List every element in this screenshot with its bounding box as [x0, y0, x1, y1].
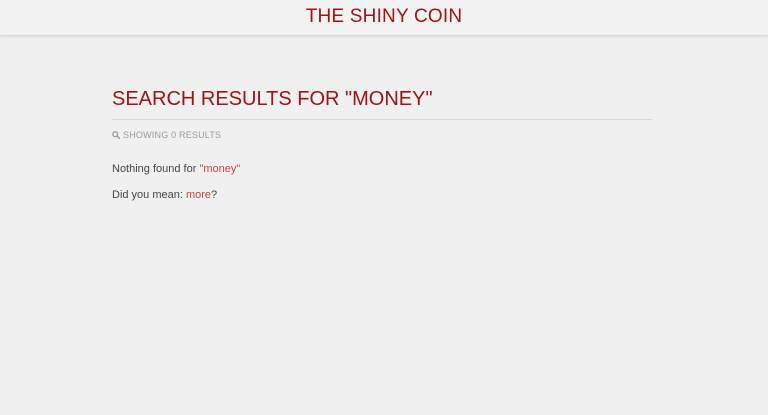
- results-count-label: SHOWING 0 RESULTS: [123, 130, 222, 140]
- site-header: THE SHINY COIN: [0, 0, 768, 36]
- page-title: SEARCH RESULTS FOR "MONEY": [112, 86, 652, 120]
- suggestion-link[interactable]: more: [186, 189, 211, 201]
- search-icon: [112, 131, 120, 139]
- did-you-mean-prefix: Did you mean:: [112, 189, 186, 201]
- search-query: "money": [199, 163, 241, 175]
- not-found-prefix: Nothing found for: [112, 163, 200, 175]
- results-count: SHOWING 0 RESULTS: [112, 130, 652, 140]
- not-found-message: Nothing found for "money": [112, 162, 652, 176]
- search-results-section: SEARCH RESULTS FOR "MONEY" SHOWING 0 RES…: [112, 86, 652, 202]
- did-you-mean-message: Did you mean: more?: [112, 188, 652, 202]
- did-you-mean-suffix: ?: [211, 189, 218, 201]
- site-title-link[interactable]: THE SHINY COIN: [306, 6, 463, 28]
